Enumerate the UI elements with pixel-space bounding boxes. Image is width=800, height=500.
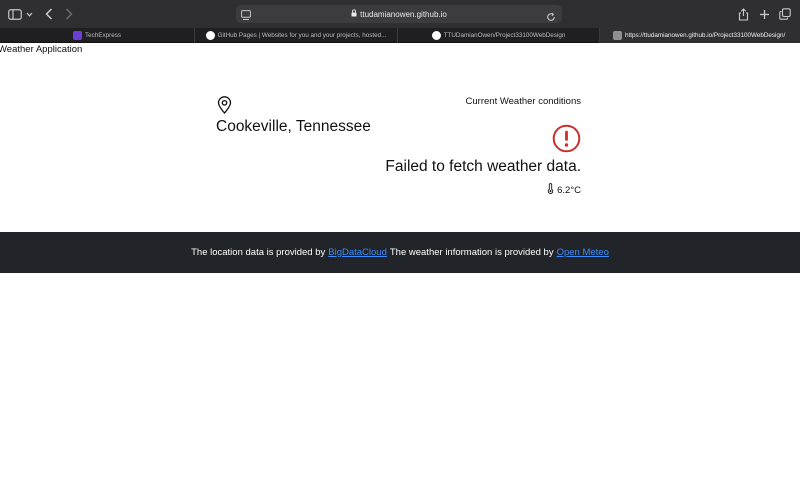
current-conditions-label: Current Weather conditions [465, 96, 581, 107]
tab-overview-icon[interactable] [778, 5, 792, 23]
temperature-value: 6.2°C [557, 184, 581, 196]
bigdatacloud-link[interactable]: BigDataCloud [328, 247, 387, 258]
thermometer-icon [547, 183, 554, 197]
sidebar-toggle-icon[interactable] [6, 5, 24, 23]
footer-weather-text: The weather information is provided by [389, 247, 554, 258]
tab-active-project[interactable]: https://ttudamianowen.github.io/Project3… [600, 28, 800, 43]
location-pin-icon [217, 96, 232, 119]
reload-icon[interactable] [546, 9, 556, 27]
back-arrow-icon[interactable] [42, 5, 56, 23]
footer-location-text: The location data is provided by [191, 247, 326, 258]
page-title: Weather Application [0, 44, 83, 55]
forward-arrow-icon[interactable] [62, 5, 76, 23]
new-tab-icon[interactable] [757, 5, 771, 23]
tab-label: TechExpress [84, 32, 122, 39]
page-settings-icon[interactable] [241, 8, 251, 26]
share-icon[interactable] [736, 5, 750, 23]
address-bar[interactable]: ttudamianowen.github.io [236, 5, 562, 23]
open-meteo-link[interactable]: Open Meteo [557, 247, 609, 258]
tab-label: GitHub Pages | Websites for you and your… [217, 32, 387, 39]
tab-label: https://ttudamianowen.github.io/Project3… [625, 32, 786, 39]
temperature-row: 6.2°C [547, 183, 581, 197]
tab-github-pages[interactable]: GitHub Pages | Websites for you and your… [195, 28, 398, 43]
browser-toolbar: ttudamianowen.github.io [0, 0, 800, 28]
exclamation-circle-icon [552, 124, 581, 158]
generic-page-favicon-icon [613, 31, 622, 40]
tab-techexpress[interactable]: TechExpress [0, 28, 195, 43]
url-text: ttudamianowen.github.io [360, 9, 447, 19]
github-icon [205, 31, 215, 40]
chevron-down-icon[interactable] [24, 5, 34, 23]
tab-bar: TechExpress GitHub Pages | Websites for … [0, 28, 800, 43]
location-name: Cookeville, Tennessee [216, 118, 371, 135]
techexpress-favicon-icon [72, 31, 82, 40]
tab-github-repo[interactable]: TTUDamianOwen/Project33100WebDesign [398, 28, 600, 43]
github-icon [431, 31, 441, 40]
error-message: Failed to fetch weather data. [385, 158, 581, 175]
lock-icon [351, 9, 357, 19]
footer: The location data is provided by BigData… [0, 232, 800, 273]
tab-label: TTUDamianOwen/Project33100WebDesign [443, 32, 566, 39]
